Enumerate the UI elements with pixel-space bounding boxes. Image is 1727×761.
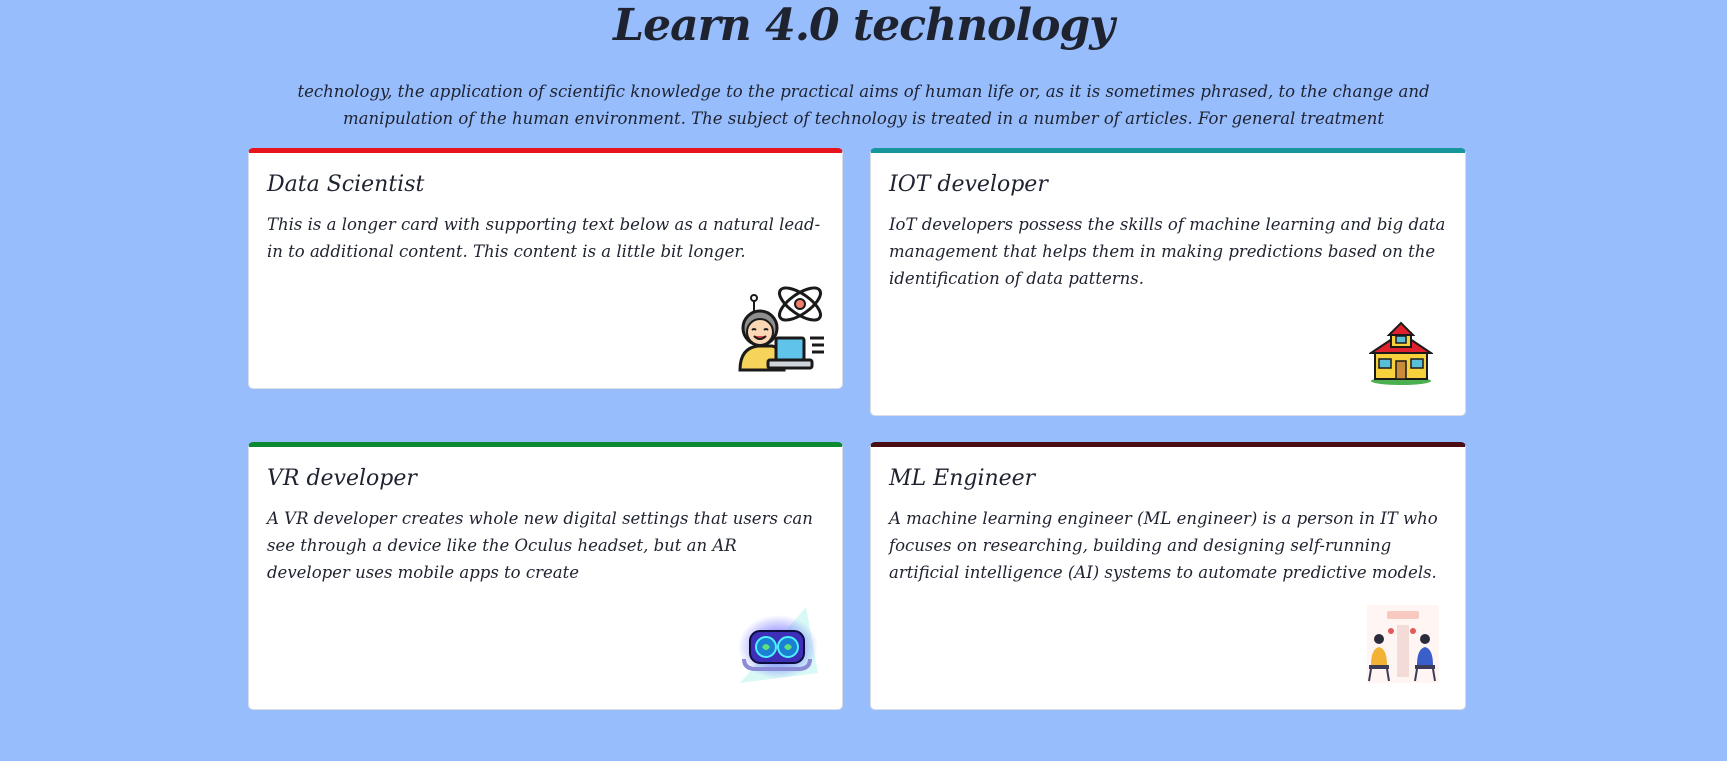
page-title: Learn 4.0 technology	[613, 0, 1115, 51]
card-iot-developer: IOT developer IoT developers possess the…	[870, 148, 1466, 416]
card-title: VR developer	[267, 466, 417, 491]
vr-headset-illustration	[738, 607, 818, 683]
card-text: IoT developers possess the skills of mac…	[889, 215, 1446, 288]
card-title: IOT developer	[889, 172, 1048, 197]
data-scientist-illustration	[738, 286, 824, 372]
card-text: This is a longer card with supporting te…	[267, 215, 821, 261]
podcast-illustration	[1367, 605, 1439, 683]
smart-house-illustration	[1369, 321, 1433, 385]
card-title: ML Engineer	[889, 466, 1036, 491]
card-data-scientist: Data Scientist This is a longer card wit…	[248, 148, 843, 389]
card-text: A VR developer creates whole new digital…	[267, 509, 813, 582]
card-ml-engineer: ML Engineer A machine learning engineer …	[870, 442, 1466, 710]
card-vr-developer: VR developer A VR developer creates whol…	[248, 442, 843, 710]
card-text: A machine learning engineer (ML engineer…	[889, 509, 1438, 582]
intro-paragraph: technology, the application of scientifi…	[297, 82, 1430, 128]
card-title: Data Scientist	[267, 172, 425, 197]
